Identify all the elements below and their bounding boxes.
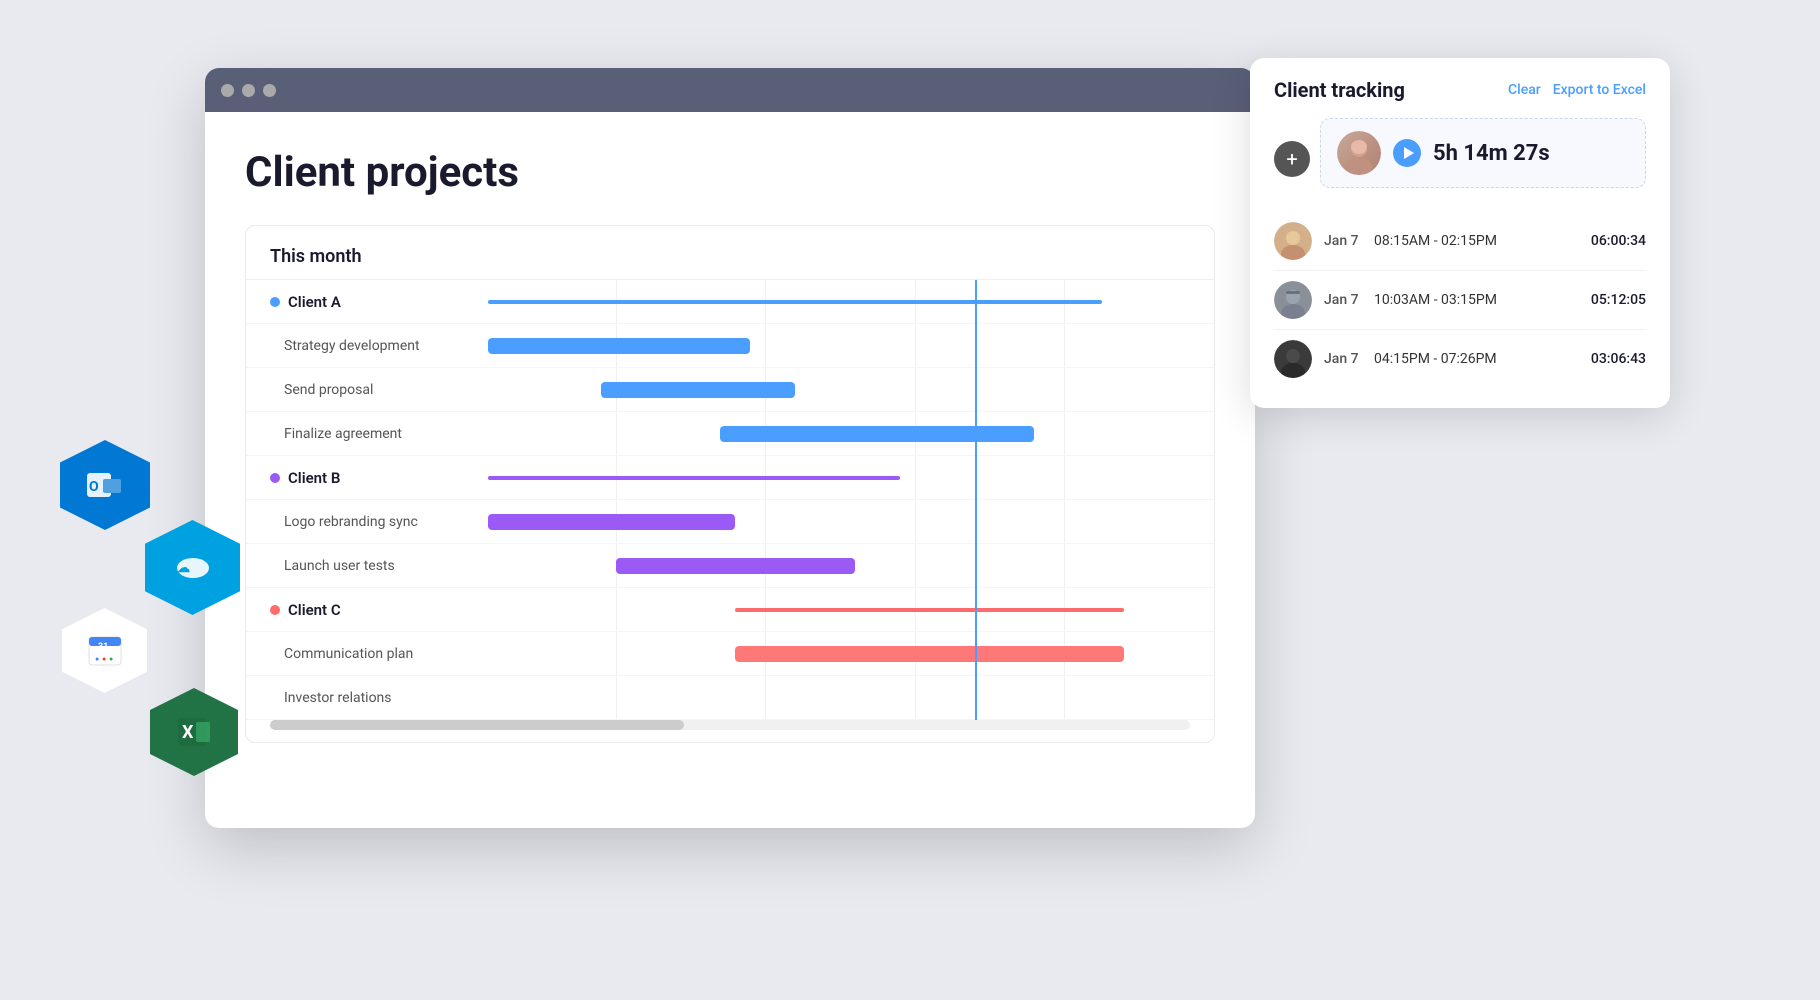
gantt-scrollbar[interactable] (270, 720, 1190, 730)
logo-label: Logo rebranding sync (246, 514, 466, 530)
svg-text:●: ● (102, 655, 106, 663)
gantt-row-strategy: Strategy development (246, 324, 1214, 368)
window-dot-2 (242, 84, 255, 97)
window-dot-1 (221, 84, 234, 97)
svg-text:●: ● (95, 655, 99, 663)
entry-1-date: Jan 7 (1324, 233, 1362, 249)
bar-client-b (488, 476, 899, 480)
entry-2-date: Jan 7 (1324, 292, 1362, 308)
launch-label: Launch user tests (246, 558, 466, 574)
bar-finalize (720, 426, 1034, 442)
gantt-scroll-thumb[interactable] (270, 720, 684, 730)
client-b-label: Client B (246, 469, 466, 487)
play-button[interactable] (1393, 139, 1421, 167)
integration-excel: X (150, 688, 238, 776)
entry-1-avatar (1274, 222, 1312, 260)
integration-salesforce: ☁ (145, 520, 240, 615)
investor-label: Investor relations (246, 690, 466, 706)
clear-button[interactable]: Clear (1508, 82, 1541, 98)
time-entry-1: Jan 7 08:15AM - 02:15PM 06:00:34 (1274, 212, 1646, 271)
svg-text:O: O (89, 479, 99, 495)
add-timer-button[interactable]: + (1274, 141, 1310, 177)
gantt-container: This month Client A (245, 225, 1215, 743)
svg-text:31: 31 (98, 642, 108, 652)
tracking-panel: Client tracking Clear Export to Excel + … (1250, 58, 1670, 408)
time-entry-2: Jan 7 10:03AM - 03:15PM 05:12:05 (1274, 271, 1646, 330)
entry-1-range: 08:15AM - 02:15PM (1374, 233, 1579, 249)
send-proposal-label: Send proposal (246, 382, 466, 398)
gantt-row-comm-plan: Communication plan (246, 632, 1214, 676)
tracking-actions: Clear Export to Excel (1508, 82, 1646, 98)
strategy-label: Strategy development (246, 338, 466, 354)
comm-plan-label: Communication plan (246, 646, 466, 662)
bar-send-proposal (601, 382, 795, 398)
bar-client-c (735, 608, 1124, 612)
finalize-label: Finalize agreement (246, 426, 466, 442)
client-b-dot (270, 473, 280, 483)
tracking-title: Client tracking (1274, 78, 1405, 102)
bar-launch (616, 558, 855, 574)
active-timer-avatar (1337, 131, 1381, 175)
bar-logo (488, 514, 735, 530)
svg-text:☁: ☁ (177, 561, 190, 576)
gantt-row-logo: Logo rebranding sync (246, 500, 1214, 544)
window-dot-3 (263, 84, 276, 97)
client-c-label: Client C (246, 601, 466, 619)
gantt-row-client-b: Client B (246, 456, 1214, 500)
entry-2-range: 10:03AM - 03:15PM (1374, 292, 1579, 308)
page-title: Client projects (245, 148, 1215, 197)
client-a-dot (270, 297, 280, 307)
gantt-row-client-a: Client A (246, 280, 1214, 324)
active-timer-row: + 5h 14m 27s (1274, 118, 1646, 200)
time-entry-3: Jan 7 04:15PM - 07:26PM 03:06:43 (1274, 330, 1646, 388)
gantt-row-send-proposal: Send proposal (246, 368, 1214, 412)
gantt-row-launch: Launch user tests (246, 544, 1214, 588)
title-bar (205, 68, 1255, 112)
bar-client-a (488, 300, 1101, 304)
tracking-header: Client tracking Clear Export to Excel (1274, 78, 1646, 102)
bar-comm-plan (735, 646, 1124, 662)
entry-2-avatar (1274, 281, 1312, 319)
entry-1-duration: 06:00:34 (1591, 233, 1646, 249)
integration-outlook: O (60, 440, 150, 530)
client-c-dot (270, 605, 280, 615)
entry-3-range: 04:15PM - 07:26PM (1374, 351, 1579, 367)
gantt-section-label: This month (246, 226, 1214, 280)
bar-strategy (488, 338, 750, 354)
client-a-label: Client A (246, 293, 466, 311)
entry-3-date: Jan 7 (1324, 351, 1362, 367)
entry-3-duration: 03:06:43 (1591, 351, 1646, 367)
export-button[interactable]: Export to Excel (1553, 82, 1646, 98)
active-timer: 5h 14m 27s (1320, 118, 1646, 188)
svg-text:X: X (182, 722, 194, 743)
active-timer-value: 5h 14m 27s (1433, 141, 1550, 166)
svg-text:●: ● (109, 655, 113, 663)
entry-3-avatar (1274, 340, 1312, 378)
gantt-row-investor: Investor relations (246, 676, 1214, 720)
gantt-row-client-c: Client C (246, 588, 1214, 632)
gantt-row-finalize: Finalize agreement (246, 412, 1214, 456)
entry-2-duration: 05:12:05 (1591, 292, 1646, 308)
app-window: Client projects This month Clien (205, 68, 1255, 828)
integration-google-calendar: 31 ● ● ● (62, 608, 147, 693)
